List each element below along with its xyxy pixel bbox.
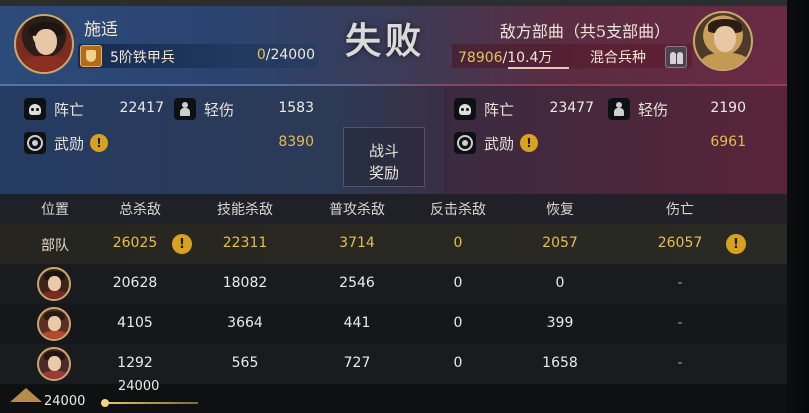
troop-current: 0	[256, 47, 266, 63]
mixed-troops-icon	[665, 46, 687, 68]
enemy-killed-value: 23477	[549, 100, 594, 116]
enemy-wounded: 轻伤	[608, 96, 668, 122]
wounded-soldier-icon	[608, 98, 630, 120]
ally-merit-value: 8390	[278, 134, 314, 150]
troop-count: 0/24000	[230, 47, 315, 63]
casualties-value: 26057	[657, 235, 703, 251]
ally-wounded-value: 1583	[278, 100, 314, 116]
enemy-merit-value: 6961	[710, 134, 746, 150]
enemy-merit: 武勋 !	[454, 130, 539, 156]
warning-icon[interactable]: !	[520, 134, 539, 152]
reward-line-2: 奖励	[368, 164, 399, 182]
skull-icon	[454, 98, 476, 120]
ally-merit: 武勋 !	[24, 130, 109, 156]
hero-avatar[interactable]	[37, 347, 71, 381]
hero-avatar[interactable]	[37, 267, 71, 301]
footer-trend-line	[104, 402, 198, 404]
row1-casualties: -	[677, 275, 683, 291]
row1-recover: 0	[555, 275, 565, 291]
hero-avatar[interactable]	[37, 307, 71, 341]
battle-result-title: 失败	[344, 20, 425, 62]
row3-casualties: -	[677, 355, 683, 371]
total-kills-value: 26025	[112, 235, 158, 251]
ally-killed: 阵亡	[24, 96, 84, 122]
warning-icon[interactable]: !	[90, 134, 109, 152]
enemy-killed: 阵亡	[454, 96, 514, 122]
troop-name: 5阶铁甲兵	[110, 50, 175, 66]
footer-troop-value: 24000	[44, 394, 86, 409]
col-normal-kills: 普攻杀敌	[329, 202, 385, 218]
ally-wounded-label: 轻伤	[204, 100, 235, 119]
ally-wounded: 轻伤	[174, 96, 234, 122]
wounded-soldier-icon	[174, 98, 196, 120]
medal-icon	[24, 132, 46, 154]
enemy-killed-label: 阵亡	[484, 100, 515, 119]
row2-skill-kills: 3664	[227, 315, 263, 331]
commander-avatar[interactable]	[14, 14, 74, 74]
row1-total-kills: 20628	[112, 275, 158, 291]
skull-icon	[24, 98, 46, 120]
row1-normal-kills: 2546	[339, 275, 375, 291]
row3-counter-kills: 0	[453, 355, 463, 371]
enemy-progress-fill	[508, 67, 569, 69]
recover-value: 2057	[542, 235, 578, 251]
battle-report: 施适 5阶铁甲兵 0/24000 失败 敌方部曲（共5支部曲） 78906/10…	[0, 0, 787, 413]
col-position: 位置	[41, 202, 69, 218]
col-skill-kills: 技能杀敌	[217, 202, 273, 218]
enemy-title: 敌方部曲（共5支部曲）	[499, 22, 671, 41]
enemy-wounded-label: 轻伤	[638, 100, 669, 119]
row2-total-kills: 4105	[117, 315, 153, 331]
footer-trend-dot	[101, 399, 109, 407]
col-total-kills: 总杀敌	[119, 202, 161, 218]
row2-recover: 399	[546, 315, 574, 331]
footer-graph-value: 24000	[118, 379, 160, 394]
warning-icon[interactable]: !	[726, 234, 746, 254]
row2-casualties: -	[677, 315, 683, 331]
enemy-progress-bar	[508, 67, 588, 69]
medal-icon	[454, 132, 476, 154]
enemy-avatar[interactable]	[693, 11, 753, 71]
row1-counter-kills: 0	[453, 275, 463, 291]
enemy-count: 78906/10.4万	[458, 47, 552, 67]
commander-name: 施适	[84, 20, 118, 40]
normal-kills-value: 3714	[339, 235, 375, 251]
enemy-wounded-value: 2190	[710, 100, 746, 116]
battle-reward-label: 战斗 奖励	[343, 140, 425, 184]
enemy-current: 78906	[458, 50, 503, 66]
army-tent-icon	[10, 388, 42, 402]
row3-total-kills: 1292	[117, 355, 153, 371]
counter-kills-value: 0	[453, 235, 463, 251]
col-counter-kills: 反击杀敌	[430, 202, 486, 218]
warning-icon[interactable]: !	[172, 234, 192, 254]
armored-troop-icon	[80, 45, 102, 67]
skill-kills-value: 22311	[222, 235, 268, 251]
col-casualties: 伤亡	[666, 202, 694, 218]
enemy-merit-label: 武勋	[484, 134, 515, 153]
row1-skill-kills: 18082	[222, 275, 268, 291]
right-edge	[787, 0, 809, 413]
ally-killed-value: 22417	[119, 100, 164, 116]
row2-counter-kills: 0	[453, 315, 463, 331]
row-total-label: 部队	[41, 238, 69, 254]
ally-killed-label: 阵亡	[54, 100, 85, 119]
row3-normal-kills: 727	[343, 355, 371, 371]
reward-line-1: 战斗	[368, 142, 399, 160]
enemy-troop-type: 混合兵种	[590, 50, 646, 66]
enemy-total: /10.4万	[502, 50, 553, 66]
row2-normal-kills: 441	[343, 315, 371, 331]
troop-total: /24000	[265, 47, 315, 63]
row3-recover: 1658	[542, 355, 578, 371]
row3-skill-kills: 565	[231, 355, 259, 371]
ally-merit-label: 武勋	[54, 134, 85, 153]
col-recover: 恢复	[546, 202, 574, 218]
